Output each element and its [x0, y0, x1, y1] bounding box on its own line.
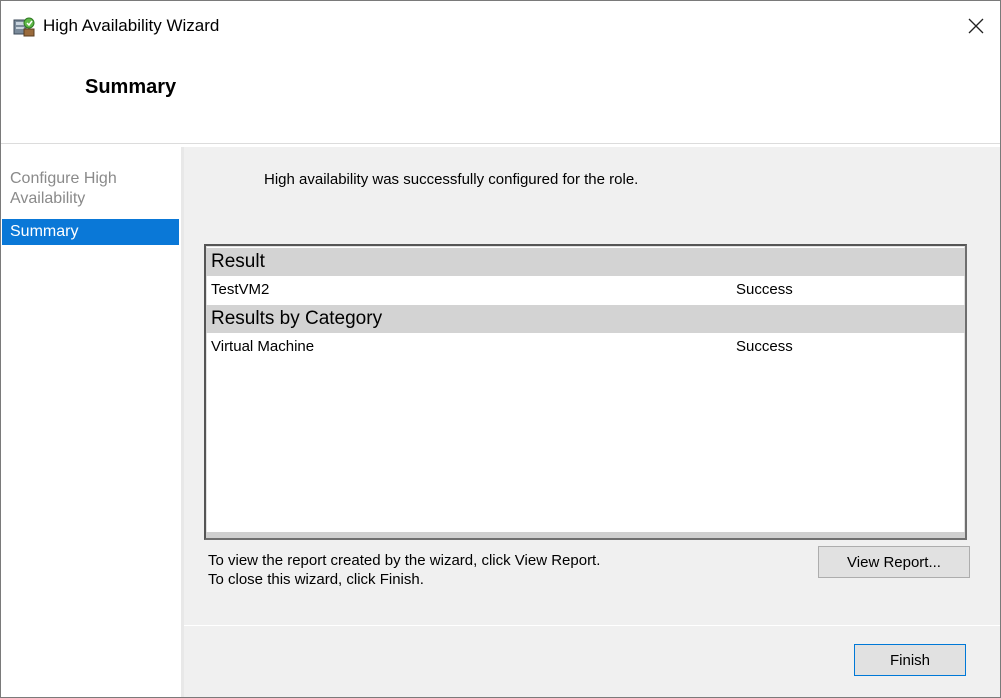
content-panel: High availability was successfully confi… — [184, 147, 1000, 625]
finish-button[interactable]: Finish — [854, 644, 966, 676]
page-title: Summary — [85, 76, 177, 98]
section-header-result: Result — [206, 248, 965, 276]
close-icon — [968, 18, 984, 34]
close-button[interactable] — [956, 7, 996, 45]
list-item[interactable]: TestVM2 Success — [206, 276, 965, 304]
nav-step-configure-high-availability: Configure High Availability — [2, 169, 179, 209]
wizard-header: Summary — [1, 51, 1000, 144]
result-name: Virtual Machine — [211, 338, 315, 355]
nav-step-label: Summary — [10, 223, 79, 240]
hint-view-report: To view the report created by the wizard… — [208, 552, 601, 569]
wizard-app-icon — [12, 14, 36, 38]
section-header-results-by-category: Results by Category — [206, 305, 965, 333]
wizard-window: High Availability Wizard Summary Configu… — [0, 0, 1001, 698]
view-report-button[interactable]: View Report... — [818, 546, 970, 578]
results-list[interactable]: Result TestVM2 Success Results by Catego… — [204, 244, 967, 540]
list-item[interactable]: Virtual Machine Success — [206, 333, 965, 361]
result-name: TestVM2 — [211, 281, 270, 298]
result-status: Success — [736, 338, 793, 355]
window-title: High Availability Wizard — [43, 16, 220, 35]
nav-step-label: Configure High Availability — [10, 170, 117, 207]
success-message: High availability was successfully confi… — [264, 171, 639, 188]
list-bottom-strip — [206, 532, 965, 538]
wizard-footer: Finish — [184, 625, 1000, 697]
result-status: Success — [736, 281, 793, 298]
wizard-steps-nav: Configure High Availability Summary — [1, 147, 184, 697]
title-bar: High Availability Wizard — [1, 1, 1000, 51]
hint-finish: To close this wizard, click Finish. — [208, 571, 424, 588]
nav-step-summary[interactable]: Summary — [2, 219, 179, 245]
